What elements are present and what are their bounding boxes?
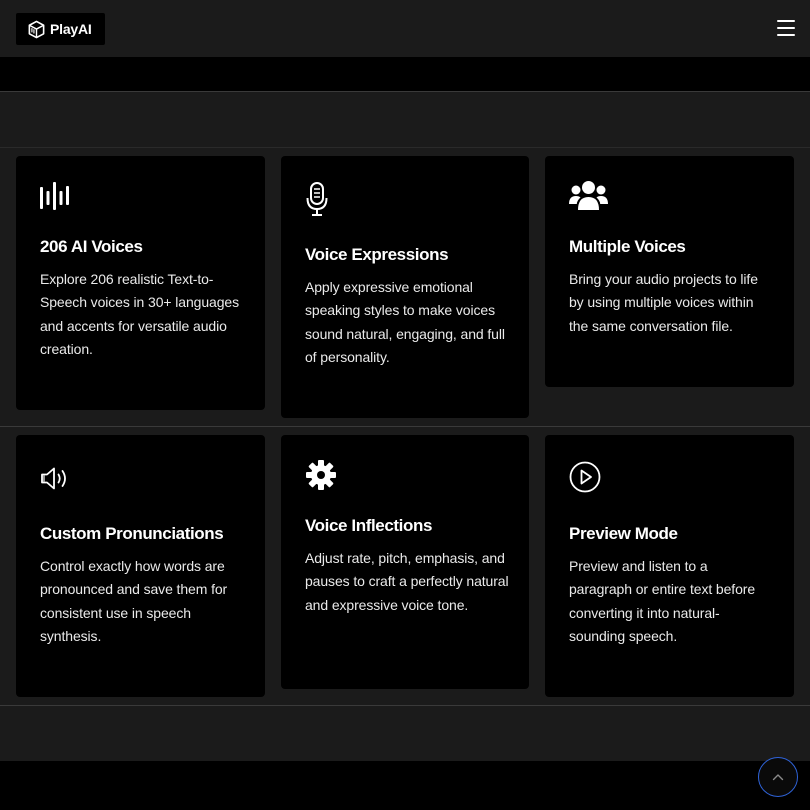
- brand-name: PlayAI: [50, 21, 92, 37]
- site-header: PlayAI: [0, 0, 810, 57]
- feature-card-custom-pronunciations: Custom Pronunciations Control exactly ho…: [16, 435, 265, 697]
- feature-description: Explore 206 realistic Text-to-Speech voi…: [40, 271, 239, 358]
- feature-title: Preview Mode: [569, 524, 678, 543]
- speaker-volume-icon: [41, 467, 66, 490]
- feature-title: 206 AI Voices: [40, 237, 143, 256]
- feature-title: Voice Expressions: [305, 245, 449, 264]
- feature-title: Voice Inflections: [305, 516, 433, 535]
- microphone-icon: [306, 182, 328, 216]
- divider: [0, 91, 810, 92]
- feature-description: Adjust rate, pitch, emphasis, and pauses…: [305, 550, 509, 613]
- playai-logo-icon: [28, 20, 45, 38]
- playai-logo[interactable]: PlayAI: [16, 13, 105, 45]
- feature-card-ai-voices: 206 AI Voices Explore 206 realistic Text…: [16, 156, 265, 410]
- feature-title: Custom Pronunciations: [40, 524, 224, 543]
- chevron-up-icon: [772, 774, 784, 781]
- users-group-icon: [569, 181, 608, 210]
- gear-icon: [306, 460, 336, 490]
- footer-band: [0, 761, 810, 810]
- feature-description: Apply expressive emotional speaking styl…: [305, 279, 505, 366]
- feature-description: Control exactly how words are pronounced…: [40, 558, 228, 645]
- feature-description: Preview and listen to a paragraph or ent…: [569, 558, 756, 645]
- feature-title: Multiple Voices: [569, 237, 686, 256]
- feature-card-voice-inflections: Voice Inflections Adjust rate, pitch, em…: [281, 435, 529, 689]
- feature-description: Bring your audio projects to life by usi…: [569, 271, 758, 334]
- hamburger-menu-icon[interactable]: [777, 20, 795, 36]
- top-band: [0, 57, 810, 91]
- divider: [0, 705, 810, 706]
- feature-card-multiple-voices: Multiple Voices Bring your audio project…: [545, 156, 794, 387]
- divider: [0, 147, 810, 148]
- feature-card-preview-mode: Preview Mode Preview and listen to a par…: [545, 435, 794, 697]
- feature-card-voice-expressions: Voice Expressions Apply expressive emoti…: [281, 156, 529, 418]
- divider: [0, 426, 810, 427]
- audio-waveform-icon: [40, 182, 69, 210]
- scroll-to-top-button[interactable]: [758, 757, 798, 797]
- play-circle-icon: [569, 461, 601, 493]
